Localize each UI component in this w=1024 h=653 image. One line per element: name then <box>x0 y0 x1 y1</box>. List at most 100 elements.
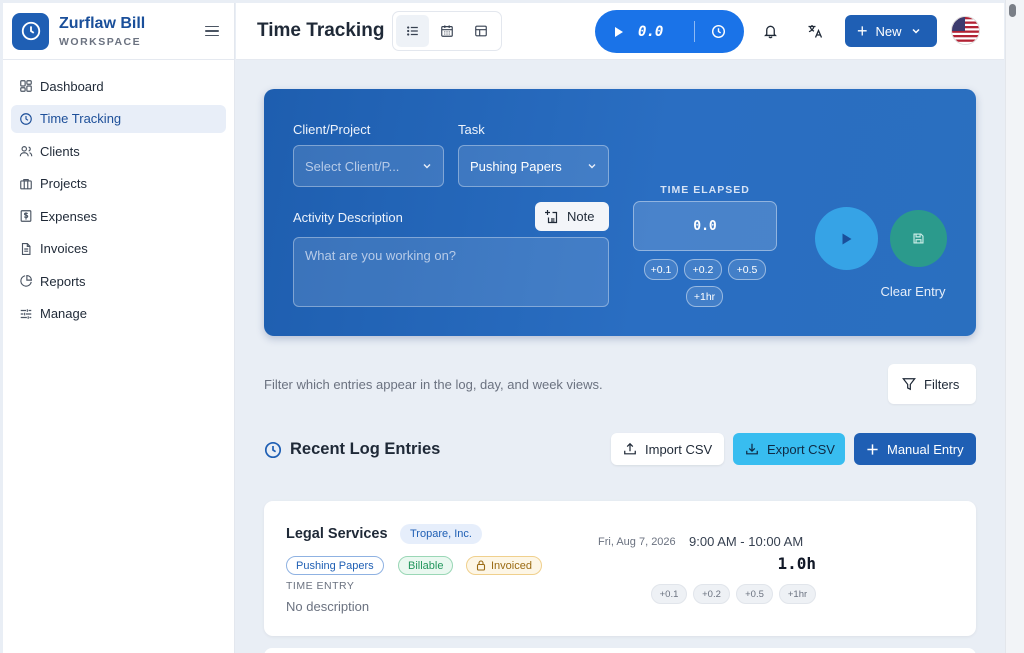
filters-button-label: Filters <box>924 376 960 392</box>
entry-client-tag: Tropare, Inc. <box>400 524 482 544</box>
next-log-entry-card[interactable] <box>264 648 976 653</box>
sidebar-item-dashboard[interactable]: Dashboard <box>11 72 226 100</box>
entry-billable-badge: Billable <box>398 556 454 575</box>
sidebar: Zurflaw Bill WORKSPACE Dashboard Time Tr… <box>3 3 235 653</box>
entry-increment-0-1-button[interactable]: +0.1 <box>651 584 687 604</box>
import-csv-button[interactable]: Import CSV <box>611 433 724 465</box>
sidebar-item-projects[interactable]: Projects <box>11 170 226 198</box>
entry-date: Fri, Aug 7, 2026 <box>598 536 676 548</box>
translate-icon[interactable] <box>807 23 823 39</box>
view-switcher <box>392 11 502 51</box>
save-entry-button[interactable] <box>890 210 947 267</box>
sidebar-item-label: Expenses <box>40 208 98 224</box>
filter-hint-text: Filter which entries appear in the log, … <box>264 377 603 392</box>
filters-button[interactable]: Filters <box>888 364 976 404</box>
scrollbar-thumb[interactable] <box>1009 4 1016 17</box>
entry-type: TIME ENTRY <box>286 580 355 592</box>
manual-entry-label: Manual Entry <box>887 441 964 457</box>
increment-1hr-button[interactable]: +1hr <box>686 286 723 307</box>
export-csv-label: Export CSV <box>767 441 835 457</box>
sidebar-item-invoices[interactable]: Invoices <box>11 235 226 263</box>
sidebar-item-label: Clients <box>40 143 80 159</box>
increment-0-2-button[interactable]: +0.2 <box>684 259 722 280</box>
activity-description-label: Activity Description <box>293 210 403 225</box>
note-button[interactable]: Note <box>535 202 609 231</box>
scrollbar-track[interactable] <box>1005 0 1024 653</box>
entry-increment-0-5-button[interactable]: +0.5 <box>736 584 773 604</box>
sidebar-item-reports[interactable]: Reports <box>11 267 226 295</box>
increment-0-5-button[interactable]: +0.5 <box>728 259 766 280</box>
sidebar-item-label: Manage <box>40 306 87 321</box>
entry-title: Legal Services <box>286 526 388 542</box>
brand-header: Zurflaw Bill WORKSPACE <box>3 3 234 60</box>
increment-0-1-button[interactable]: +0.1 <box>644 259 678 280</box>
time-elapsed-display[interactable]: 0.0 <box>633 201 777 251</box>
entry-increment-0-2-button[interactable]: +0.2 <box>693 584 730 604</box>
plus-icon: + <box>857 21 868 41</box>
sidebar-item-time-tracking[interactable]: Time Tracking <box>11 104 226 133</box>
export-csv-button[interactable]: Export CSV <box>733 433 845 465</box>
sidebar-item-label: Reports <box>40 273 86 289</box>
brand-name: Zurflaw Bill <box>59 14 146 32</box>
page-title: Time Tracking <box>257 20 385 41</box>
brand-logo-clock-icon[interactable] <box>12 12 49 50</box>
sidebar-item-expenses[interactable]: Expenses <box>11 202 226 230</box>
new-button-label: New <box>875 23 902 39</box>
calendar-view-button[interactable] <box>430 15 463 47</box>
task-select[interactable]: Pushing Papers <box>458 145 609 187</box>
sidebar-item-manage[interactable]: Manage <box>11 300 226 328</box>
table-view-button[interactable] <box>464 15 497 47</box>
avatar-flag[interactable] <box>951 16 980 45</box>
task-label: Task <box>458 122 485 137</box>
new-button[interactable]: + New <box>845 15 937 47</box>
time-elapsed-label: TIME ELAPSED <box>660 184 750 196</box>
note-button-label: Note <box>567 209 595 224</box>
save-icon <box>913 233 924 244</box>
users-icon <box>19 146 33 157</box>
briefcase-icon <box>20 178 32 189</box>
task-select-value: Pushing Papers <box>470 158 562 174</box>
recent-log-heading: Recent Log Entries <box>264 440 440 459</box>
entry-invoiced-badge: Invoiced <box>466 556 542 575</box>
import-csv-label: Import CSV <box>645 441 713 457</box>
upload-icon <box>624 442 636 455</box>
filter-icon <box>902 378 916 391</box>
sidebar-item-label: Time Tracking <box>40 111 122 126</box>
play-icon <box>842 233 851 244</box>
start-timer-button[interactable] <box>815 207 878 270</box>
header-timer-value: 0.0 <box>638 23 664 40</box>
timer-entry-card: Client/Project Select Client/P... Task P… <box>264 89 976 336</box>
sidebar-item-label: Projects <box>40 176 87 191</box>
chevron-down-icon <box>588 164 596 169</box>
entry-task-badge: Pushing Papers <box>286 556 384 575</box>
table-view-icon <box>474 25 487 37</box>
client-project-placeholder: Select Client/P... <box>305 158 400 174</box>
plus-icon <box>867 443 878 455</box>
bell-icon[interactable] <box>763 23 778 39</box>
entry-increment-1hr-button[interactable]: +1hr <box>779 584 816 604</box>
manual-entry-button[interactable]: Manual Entry <box>854 433 976 465</box>
sidebar-item-label: Invoices <box>40 241 88 256</box>
list-view-button[interactable] <box>396 15 429 47</box>
calendar-view-icon <box>440 25 453 37</box>
pie-chart-icon <box>20 275 32 287</box>
client-project-select[interactable]: Select Client/P... <box>293 145 444 187</box>
note-add-icon <box>545 209 558 223</box>
recent-log-title: Recent Log Entries <box>290 440 441 458</box>
sidebar-item-clients[interactable]: Clients <box>11 137 226 165</box>
timer-divider <box>694 21 695 42</box>
clear-entry-button[interactable]: Clear Entry <box>875 284 951 299</box>
sliders-icon <box>20 308 32 319</box>
lock-icon <box>476 560 486 571</box>
clock-icon <box>264 441 282 458</box>
top-bar: Time Tracking 0.0 + New <box>236 3 1004 60</box>
play-icon[interactable] <box>614 26 624 38</box>
header-timer: 0.0 <box>595 10 744 53</box>
clock-icon <box>20 112 32 125</box>
activity-description-input[interactable]: What are you working on? <box>293 237 609 307</box>
menu-toggle-icon[interactable] <box>205 25 219 37</box>
client-project-label: Client/Project <box>293 122 371 137</box>
entry-time-range: 9:00 AM - 10:00 AM <box>689 534 804 549</box>
log-entry-card[interactable]: Legal Services Tropare, Inc. Pushing Pap… <box>264 501 976 636</box>
clock-icon[interactable] <box>711 24 726 39</box>
